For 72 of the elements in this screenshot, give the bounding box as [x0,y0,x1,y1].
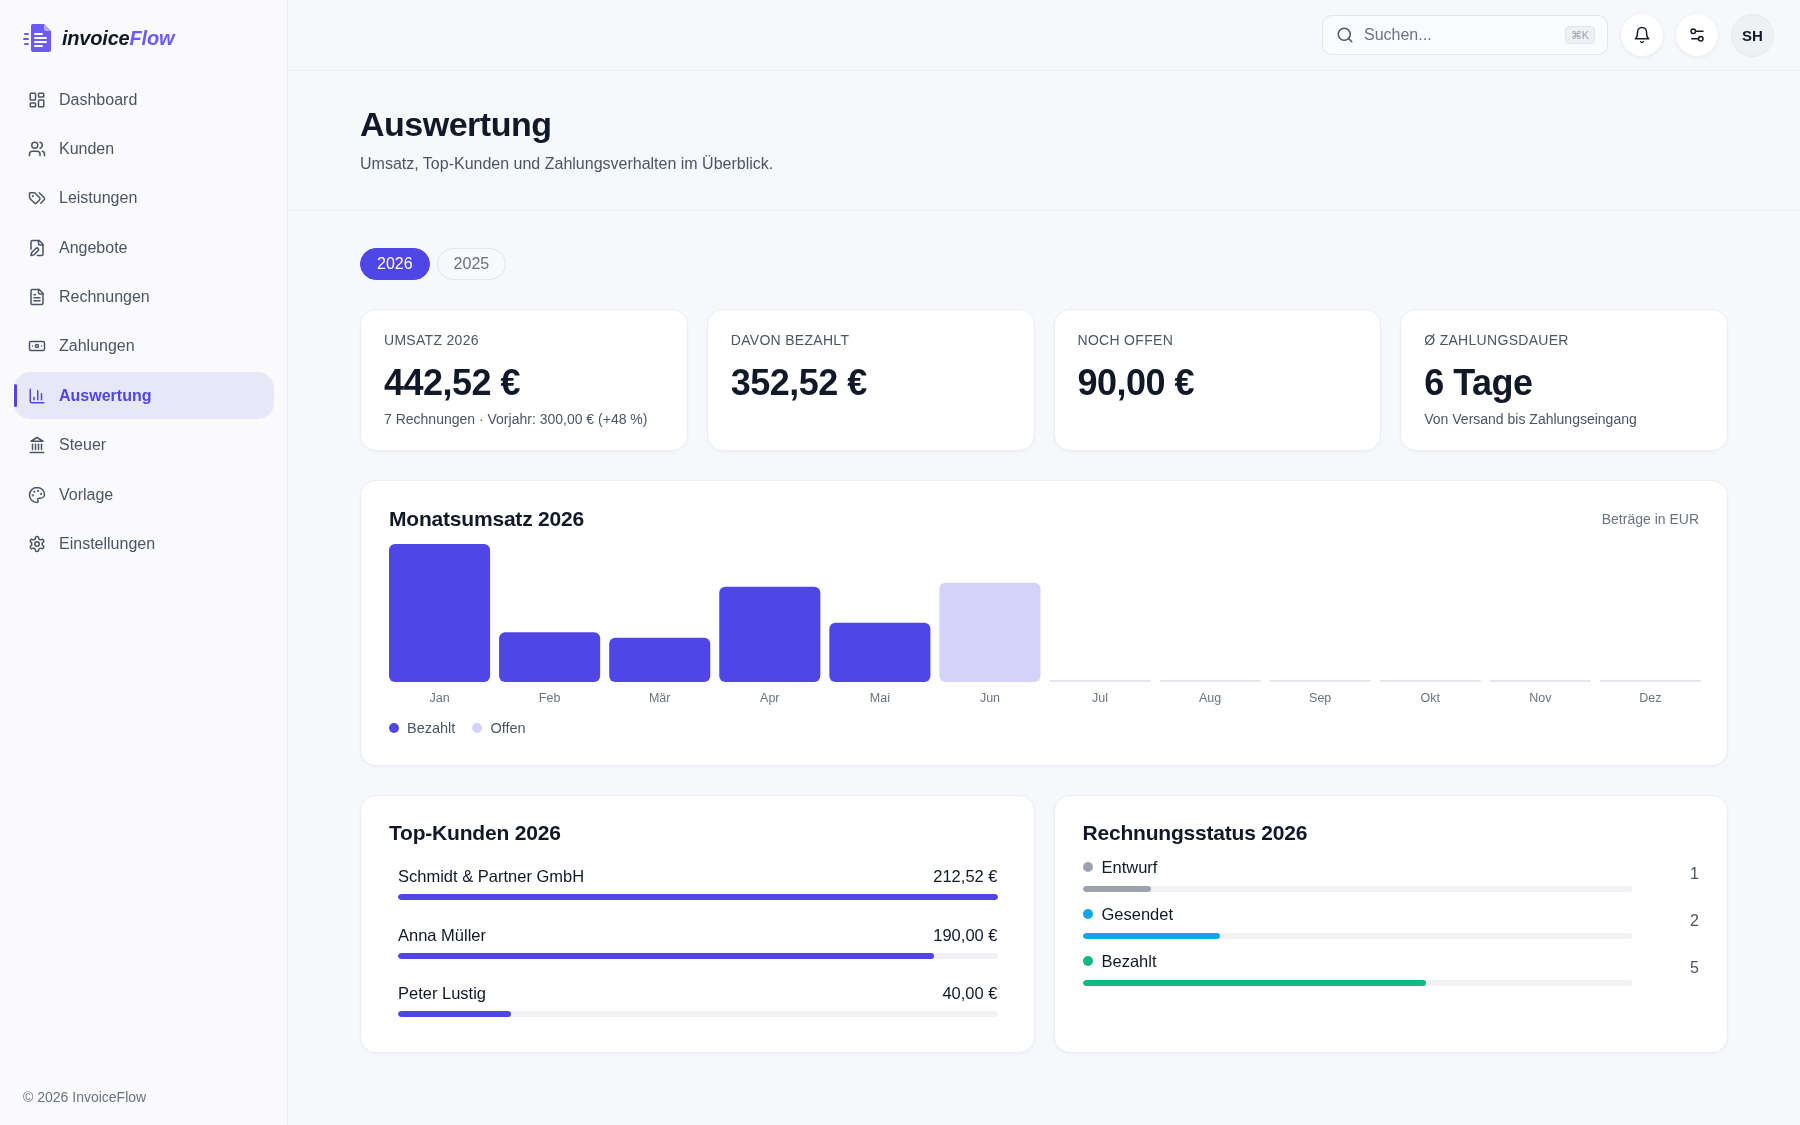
kpi-value: 6 Tage [1424,361,1534,405]
bank-building-icon [28,436,46,455]
legend-label: Bezahlt [407,720,456,736]
month-label: Mär [648,691,671,705]
bar-chart-icon [28,386,46,405]
document-logo-icon [23,23,52,53]
search-icon [1336,26,1354,44]
bell-icon [1633,26,1651,44]
palette-icon [28,485,46,504]
nav-item[interactable]: Einstellungen [14,520,274,568]
copyright-text: © 2026 InvoiceFlow [22,1088,148,1107]
notifications-button[interactable] [1621,14,1663,56]
document-pen-icon [28,238,46,257]
month-label: Jun [979,691,1001,705]
legend-label: Offen [490,720,526,736]
settings-icon [28,535,46,553]
users-icon [28,139,46,158]
customer-amount: 40,00 € [942,983,998,1004]
year-tab[interactable]: 2026 [360,248,430,280]
status-count: 2 [1690,912,1699,930]
document-icon [28,288,46,307]
status-count: 5 [1690,959,1699,977]
kpi-value: 90,00 € [1077,361,1196,405]
status-label: Gesendet [1101,904,1174,925]
customer-name: Anna Müller [398,924,487,946]
nav-item[interactable]: Dashboard [14,76,274,123]
kpi-note: Von Versand bis Zahlungseingang [1424,410,1638,429]
kpi-label: UMSATZ 2026 [384,331,480,349]
month-label: Mai [869,691,890,705]
kpi-label: DAVON BEZAHLT [730,331,851,349]
month-label: Jan [429,691,450,705]
month-label: Okt [1420,691,1440,705]
kpi-label: Ø ZAHLUNGSDAUER [1424,331,1570,349]
unit-note: Beträge in EUR [1601,511,1699,527]
month-label: Aug [1199,691,1222,705]
settings-button[interactable] [1676,14,1718,56]
card-title: Top-Kunden 2026 [389,820,562,846]
user-avatar[interactable]: SH [1731,13,1774,57]
customer-amount: 212,52 € [933,866,998,887]
page-subtitle: Umsatz, Top-Kunden und Zahlungsverhalten im Überblick. [360,154,775,174]
month-label: Dez [1639,691,1662,705]
month-label: Nov [1529,691,1552,705]
nav-item[interactable]: Angebote [14,224,274,272]
sliders-icon [1688,26,1706,44]
brand-name: invoiceFlow [62,26,175,50]
grid-icon [28,90,46,109]
nav-item[interactable]: Vorlage [14,471,274,519]
customer-name: Schmidt & Partner GmbH [398,866,585,887]
page-title: Auswertung [360,104,553,144]
nav-item[interactable]: Zahlungen [14,322,274,370]
year-tab[interactable]: 2025 [436,248,507,280]
status-count: 1 [1690,865,1699,883]
kpi-value: 442,52 € [384,361,522,405]
nav-item[interactable]: Kunden [14,125,274,173]
status-label: Bezahlt [1101,951,1157,972]
month-label: Jul [1092,691,1109,705]
nav-item[interactable]: Auswertung [14,372,274,420]
status-label: Entwurf [1101,857,1158,878]
customer-name: Peter Lustig [398,983,487,1004]
kpi-label: NOCH OFFEN [1077,331,1175,349]
nav-item[interactable]: Steuer [14,421,274,469]
month-label: Feb [538,691,561,705]
card-title: Rechnungsstatus 2026 [1082,820,1309,846]
month-label: Sep [1309,691,1332,705]
customer-amount: 190,00 € [933,924,998,946]
nav-item[interactable]: Leistungen [14,174,274,222]
kpi-value: 352,52 € [730,361,868,405]
chart-title: Monatsumsatz 2026 [389,506,584,532]
month-label: Apr [760,691,780,705]
shortcut-key: ⌘K [1564,26,1595,44]
nav-item[interactable]: Rechnungen [14,273,274,321]
kpi-note: 7 Rechnungen · Vorjahr: 300,00 € (+48 %) [384,410,649,429]
